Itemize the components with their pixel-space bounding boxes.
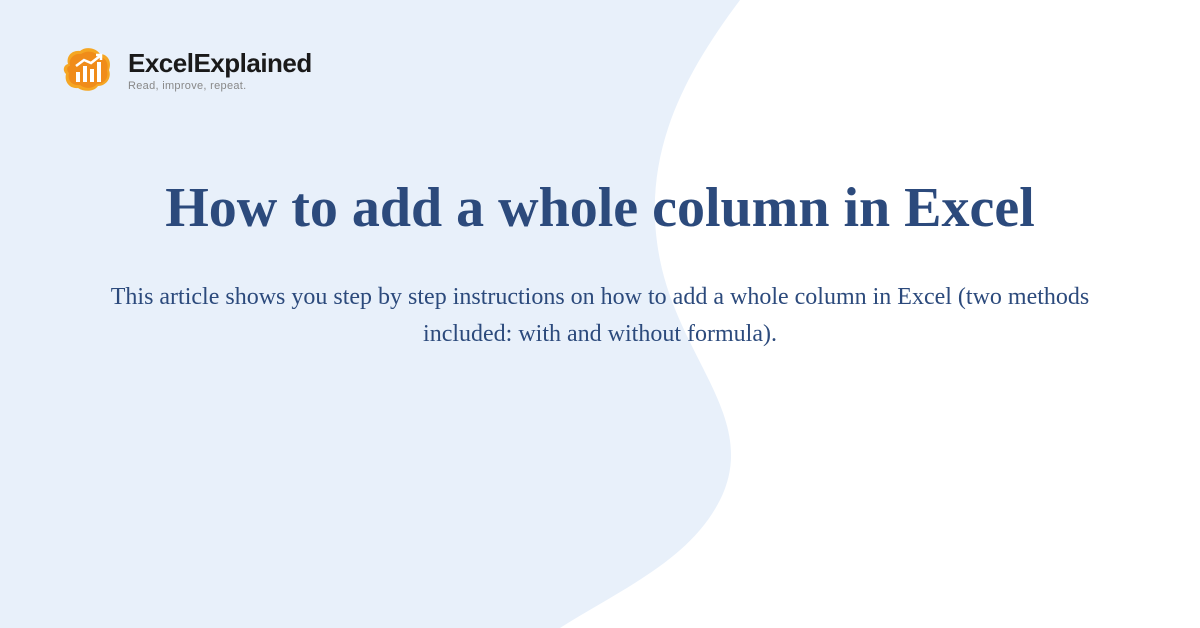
logo-icon <box>60 42 116 98</box>
logo-title: ExcelExplained <box>128 48 312 79</box>
logo-tagline: Read, improve, repeat. <box>128 80 312 92</box>
logo: ExcelExplained Read, improve, repeat. <box>60 42 312 98</box>
logo-text: ExcelExplained Read, improve, repeat. <box>128 48 312 92</box>
article-description: This article shows you step by step inst… <box>100 279 1100 353</box>
article-headline: How to add a whole column in Excel <box>100 175 1100 241</box>
main-content: How to add a whole column in Excel This … <box>0 175 1200 353</box>
